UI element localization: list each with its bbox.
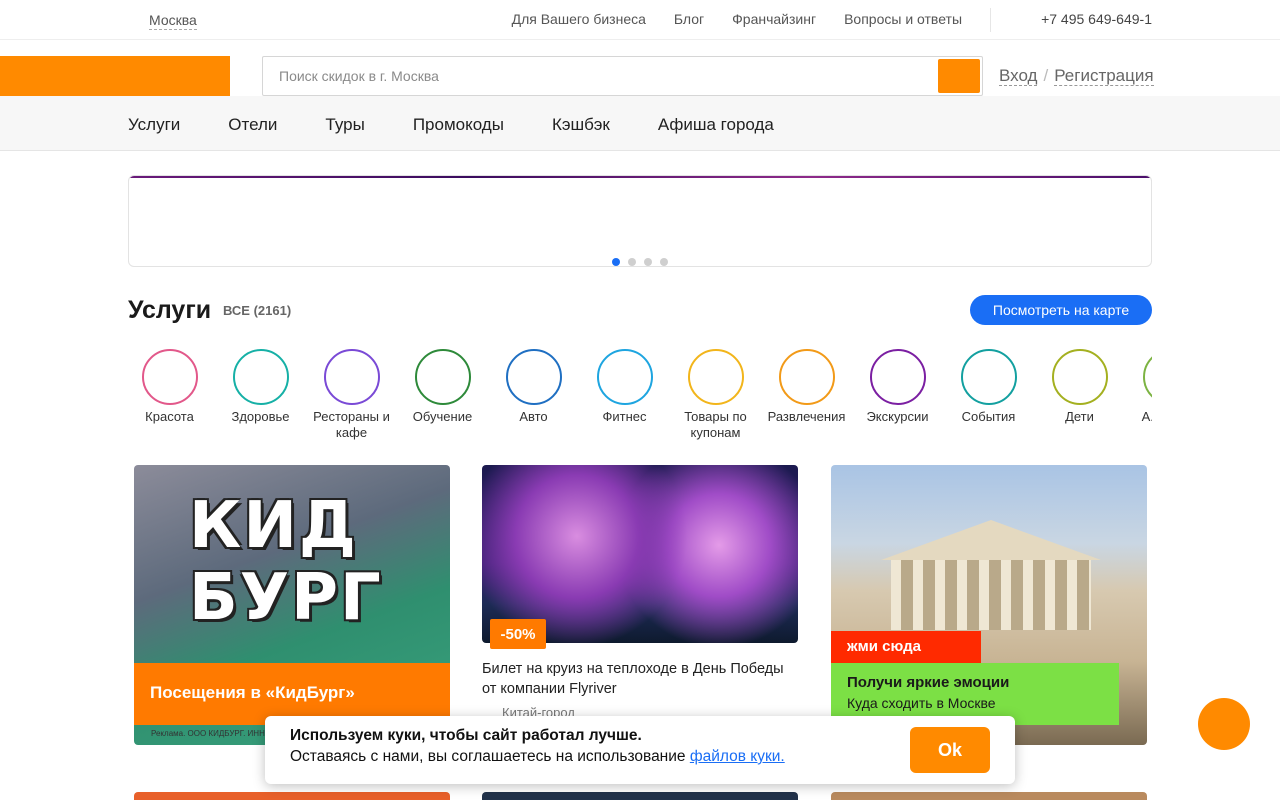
category-label: Здоровье (231, 409, 290, 424)
category-item[interactable]: Дети (1034, 349, 1125, 449)
category-item[interactable]: Авто (488, 349, 579, 449)
deal-card-next[interactable] (482, 792, 798, 800)
nav-item-services[interactable]: Услуги (128, 115, 180, 135)
cookie-text-body: Оставаясь с нами, вы соглашаетесь на исп… (290, 748, 690, 765)
register-link[interactable]: Регистрация (1054, 66, 1154, 86)
card-caption-title: Получи яркие эмоции (847, 674, 1010, 691)
card-tag: жми сюда (831, 631, 981, 663)
category-icon (232, 349, 289, 405)
deal-card-next[interactable] (831, 792, 1147, 800)
nav-item-cashback[interactable]: Кэшбэк (552, 115, 610, 135)
top-divider (990, 8, 991, 32)
category-label: А... Под... (1141, 409, 1152, 424)
theatre-columns (891, 560, 1091, 630)
category-list: Красота Здоровье Рестораны и кафе Обучение А… (124, 349, 1152, 449)
banner-dots (612, 258, 668, 266)
deal-card[interactable]: -50% Билет на круиз на теплоходе в День … (482, 465, 798, 720)
cookie-title: Используем куки, чтобы сайт работал лучш… (290, 727, 642, 744)
category-label: Рестораны и кафе (313, 409, 390, 440)
banner-dot[interactable] (628, 258, 636, 266)
top-link-faq[interactable]: Вопросы и ответы (844, 11, 962, 27)
category-icon (687, 349, 744, 405)
search-input[interactable] (279, 66, 919, 86)
category-label: Обучение (412, 409, 473, 424)
cookie-banner: Используем куки, чтобы сайт работал лучш… (265, 716, 1015, 784)
category-label: Дети (1065, 409, 1094, 424)
section-title: Услуги (128, 296, 212, 324)
nav-item-promocodes[interactable]: Промокоды (413, 115, 504, 135)
top-link-business[interactable]: Для Вашего бизнеса (512, 11, 646, 27)
category-icon (1142, 349, 1152, 405)
top-link-franchise[interactable]: Франчайзинг (732, 11, 816, 27)
category-item[interactable]: А... Под... (1125, 349, 1152, 449)
nav-item-tours[interactable]: Туры (325, 115, 364, 135)
banner-dot[interactable] (660, 258, 668, 266)
category-icon (323, 349, 380, 405)
category-label: Авто (519, 409, 548, 424)
top-bar: Москва Для Вашего бизнеса Блог Франчайзи… (0, 0, 1280, 40)
section-count-link[interactable]: ВСЕ (2161) (223, 303, 291, 318)
banner-dot[interactable] (644, 258, 652, 266)
category-icon (505, 349, 562, 405)
category-icon (596, 349, 653, 405)
auth-separator: / (1043, 66, 1049, 85)
nav-item-afisha[interactable]: Афиша города (658, 115, 774, 135)
category-item[interactable]: Фитнес (579, 349, 670, 449)
auth-links: Вход / Регистрация (999, 66, 1154, 86)
category-icon (869, 349, 926, 405)
chat-button[interactable] (1198, 698, 1250, 750)
login-link[interactable]: Вход (999, 66, 1038, 86)
category-item[interactable]: Красота (124, 349, 215, 449)
promo-banner[interactable] (128, 175, 1152, 267)
banner-image-edge (129, 176, 1151, 178)
card-caption-subtitle: Куда сходить в Москве (847, 695, 996, 711)
category-item[interactable]: Развлечения (761, 349, 852, 449)
cookie-text: Оставаясь с нами, вы соглашаетесь на исп… (290, 748, 785, 766)
category-item[interactable]: События (943, 349, 1034, 449)
category-icon (960, 349, 1017, 405)
main-nav: Услуги Отели Туры Промокоды Кэшбэк Афиша… (0, 96, 1280, 151)
card-image: КИД БУРГ Посещения в «КидБург» Реклама. … (134, 465, 450, 745)
category-label: Экскурсии (866, 409, 929, 424)
category-item[interactable]: Здоровье (215, 349, 306, 449)
discount-badge: -50% (490, 619, 546, 649)
cookie-policy-link[interactable]: файлов куки. (690, 748, 785, 765)
top-link-blog[interactable]: Блог (674, 11, 704, 27)
card-image: жми сюда Получи яркие эмоции Куда сходит… (831, 465, 1147, 745)
nav-item-hotels[interactable]: Отели (228, 115, 277, 135)
category-label: Красота (145, 409, 194, 424)
phone-number[interactable]: +7 495 649-649-1 (1041, 11, 1152, 27)
card-title[interactable]: Билет на круиз на теплоходе в День Побед… (482, 659, 792, 699)
deal-card[interactable]: жми сюда Получи яркие эмоции Куда сходит… (831, 465, 1147, 745)
category-icon (141, 349, 198, 405)
ad-disclaimer: Реклама. ООО КИДБУРГ. ИНН (151, 729, 265, 738)
category-item[interactable]: Товары по купонам (670, 349, 761, 449)
card-image-logo: КИД БУРГ (189, 489, 383, 635)
deal-card-next[interactable] (134, 792, 450, 800)
category-label: Фитнес (602, 409, 647, 424)
logo[interactable] (0, 56, 230, 96)
theatre-pediment (881, 520, 1101, 560)
search-button[interactable] (938, 59, 980, 93)
card-image (482, 465, 798, 643)
card-strip-text: Посещения в «КидБург» (150, 683, 355, 702)
category-icon (778, 349, 835, 405)
category-item[interactable]: Рестораны и кафе (306, 349, 397, 449)
category-icon (414, 349, 471, 405)
category-label: События (961, 409, 1016, 424)
deal-card[interactable]: КИД БУРГ Посещения в «КидБург» Реклама. … (134, 465, 450, 745)
category-item[interactable]: Обучение (397, 349, 488, 449)
category-label: Развлечения (767, 409, 846, 424)
city-selector[interactable]: Москва (149, 12, 197, 30)
banner-dot[interactable] (612, 258, 620, 266)
view-on-map-button[interactable]: Посмотреть на карте (970, 295, 1152, 325)
cookie-ok-button[interactable]: Ok (910, 727, 990, 773)
category-icon (1051, 349, 1108, 405)
search-box (262, 56, 983, 96)
card-tag-text: жми сюда (847, 638, 921, 655)
top-links: Для Вашего бизнеса Блог Франчайзинг Вопр… (512, 11, 962, 27)
category-item[interactable]: Экскурсии (852, 349, 943, 449)
category-label: Товары по купонам (684, 409, 747, 440)
